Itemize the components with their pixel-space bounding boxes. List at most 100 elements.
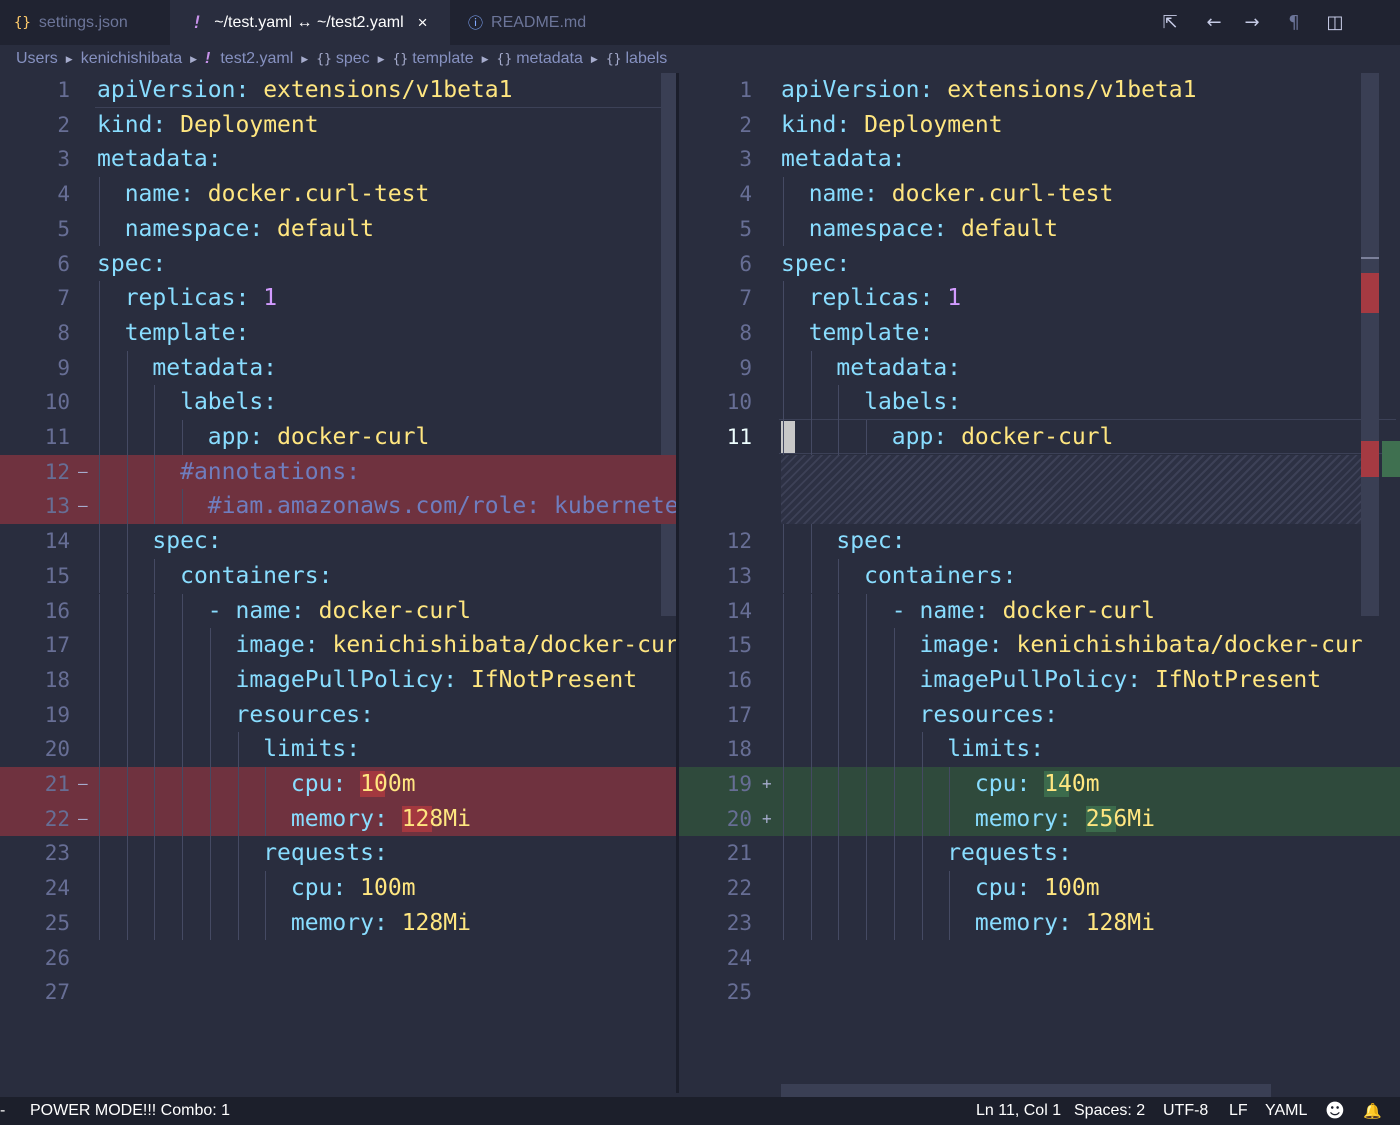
colon: : bbox=[235, 285, 250, 312]
code-line[interactable]: 23 requests: bbox=[0, 836, 677, 872]
code-line[interactable]: 18 limits: bbox=[679, 732, 1400, 767]
code-line[interactable]: 16 imagePullPolicy: IfNotPresent bbox=[679, 662, 1400, 698]
colon: : bbox=[360, 701, 374, 728]
code-line[interactable]: 13– #iam.amazonaws.com/role: kubernete bbox=[0, 489, 677, 525]
split-editor-icon[interactable]: ◫ bbox=[1323, 0, 1347, 45]
indent-guide bbox=[99, 420, 100, 455]
code-line[interactable]: 25 bbox=[679, 975, 1400, 1010]
code-line[interactable]: 14 - name: docker-curl bbox=[679, 593, 1400, 629]
code-line[interactable]: 21 requests: bbox=[679, 836, 1400, 872]
indentation-status[interactable]: Spaces: 2 bbox=[1074, 1097, 1145, 1125]
code-line[interactable]: 16 - name: docker-curl bbox=[0, 593, 677, 629]
indent-guide bbox=[209, 732, 211, 767]
code-line[interactable]: 3 metadata: bbox=[679, 142, 1400, 177]
code-line[interactable]: 6 spec: bbox=[0, 247, 677, 282]
code-line[interactable]: 27 bbox=[0, 975, 677, 1010]
breadcrumb-item[interactable]: template bbox=[412, 50, 473, 68]
breadcrumb-item[interactable]: Users bbox=[16, 50, 58, 68]
code-line[interactable]: 4 name: docker.curl-test bbox=[0, 177, 677, 212]
code-line[interactable] bbox=[679, 489, 1400, 525]
language-mode[interactable]: YAML bbox=[1265, 1097, 1307, 1125]
code-line[interactable]: 9 metadata: bbox=[0, 350, 677, 386]
code-line[interactable]: 10 labels: bbox=[0, 385, 677, 420]
code-line[interactable]: 14 spec: bbox=[0, 524, 677, 559]
code-line[interactable]: 7 replicas: 1 bbox=[0, 281, 677, 316]
code-line[interactable]: 3 metadata: bbox=[0, 142, 677, 177]
code-line[interactable]: 8 template: bbox=[679, 315, 1400, 351]
code-line[interactable]: 5 namespace: default bbox=[679, 211, 1400, 247]
tab-label: settings.json bbox=[38, 13, 128, 31]
breadcrumb-item[interactable]: kenichishibata bbox=[81, 50, 182, 68]
code-line[interactable]: 11 app: docker-curl bbox=[0, 420, 677, 455]
code-line[interactable]: 25 memory: 128Mi bbox=[0, 905, 677, 941]
code-text: - name: docker-curl bbox=[892, 594, 1155, 629]
code-line[interactable]: 17 resources: bbox=[679, 697, 1400, 733]
close-tab-icon[interactable]: × bbox=[418, 13, 428, 33]
code-line[interactable]: 1 apiVersion: extensions/v1beta1 bbox=[679, 73, 1400, 108]
whitespace-toggle-icon[interactable]: ¶ bbox=[1282, 0, 1306, 45]
indent-guide bbox=[154, 420, 156, 455]
code-line[interactable]: 24 cpu: 100m bbox=[0, 871, 677, 906]
indent-guide bbox=[866, 628, 868, 663]
code-line[interactable]: 2 kind: Deployment bbox=[0, 108, 677, 143]
breadcrumb-item[interactable]: test2.yaml bbox=[220, 50, 293, 68]
code-line[interactable]: 21– cpu: 100m bbox=[0, 767, 677, 802]
cursor-position[interactable]: Ln 11, Col 1 bbox=[976, 1097, 1061, 1125]
object-icon: {} bbox=[605, 51, 622, 67]
next-change-icon[interactable]: → bbox=[1240, 0, 1264, 45]
indent-guide bbox=[921, 905, 923, 941]
yaml-key: resources bbox=[919, 701, 1045, 728]
tab-settings-json[interactable]: {} settings.json bbox=[0, 0, 170, 45]
code-line[interactable]: 15 image: kenichishibata/docker-cur bbox=[679, 628, 1400, 663]
code-line[interactable]: 12 spec: bbox=[679, 524, 1400, 559]
code-line[interactable]: 19 + cpu: 140m bbox=[679, 767, 1400, 802]
code-line[interactable]: 4 name: docker.curl-test bbox=[679, 177, 1400, 212]
line-number: 14 bbox=[44, 529, 70, 554]
code-line[interactable]: 22 cpu: 100m bbox=[679, 871, 1400, 906]
indent-guide bbox=[866, 871, 868, 906]
code-line[interactable]: 20 + memory: 256Mi bbox=[679, 801, 1400, 837]
code-line[interactable]: 7 replicas: 1 bbox=[679, 281, 1400, 316]
code-line[interactable]: 9 metadata: bbox=[679, 350, 1400, 386]
colon: : bbox=[207, 146, 222, 173]
bell-icon[interactable]: 🔔 bbox=[1363, 1097, 1382, 1125]
code-line[interactable]: 17 image: kenichishibata/docker-cur bbox=[0, 628, 677, 663]
code-line[interactable]: 24 bbox=[679, 941, 1400, 976]
breadcrumb-item[interactable]: metadata bbox=[516, 50, 583, 68]
code-line[interactable]: 13 containers: bbox=[679, 558, 1400, 594]
code-line[interactable]: 26 bbox=[0, 941, 677, 976]
tab-diff-test-yaml[interactable]: ! ~/test.yaml ↔ ~/test2.yaml × bbox=[170, 0, 450, 45]
modified-editor[interactable]: 1 apiVersion: extensions/v1beta1 2 kind: De… bbox=[679, 73, 1400, 1097]
code-line[interactable]: 18 imagePullPolicy: IfNotPresent bbox=[0, 662, 677, 698]
code-line[interactable]: 20 limits: bbox=[0, 732, 677, 767]
code-line[interactable]: 6 spec: bbox=[679, 247, 1400, 282]
eol-status[interactable]: LF bbox=[1229, 1097, 1248, 1125]
code-line[interactable]: 11 app: docker-curl bbox=[679, 420, 1400, 455]
code-line[interactable]: 19 resources: bbox=[0, 697, 677, 733]
object-icon: {} bbox=[316, 51, 332, 67]
code-line[interactable] bbox=[679, 454, 1400, 490]
code-line[interactable]: 15 containers: bbox=[0, 558, 677, 594]
tab-readme-md[interactable]: ⓘ README.md bbox=[450, 0, 620, 45]
open-file-icon[interactable]: ⇱ bbox=[1158, 0, 1182, 45]
code-line[interactable]: 12– #annotations: bbox=[0, 454, 677, 490]
original-editor[interactable]: 1 apiVersion: extensions/v1beta1 2 kind: De… bbox=[0, 73, 677, 1097]
encoding-status[interactable]: UTF-8 bbox=[1163, 1097, 1208, 1125]
code-line[interactable]: 22– memory: 128Mi bbox=[0, 801, 677, 837]
previous-change-icon[interactable]: ← bbox=[1202, 0, 1226, 45]
indent-guide bbox=[838, 697, 840, 733]
line-number: 11 bbox=[726, 425, 752, 449]
code-line[interactable]: 8 template: bbox=[0, 315, 677, 351]
line-number: 22 bbox=[44, 806, 70, 831]
breadcrumb-item[interactable]: labels bbox=[625, 50, 667, 68]
horizontal-scrollbar[interactable] bbox=[781, 1084, 1271, 1097]
code-line[interactable]: 5 namespace: default bbox=[0, 211, 677, 247]
breadcrumb-item[interactable]: spec bbox=[336, 50, 370, 68]
code-line[interactable]: 10 labels: bbox=[679, 385, 1400, 420]
feedback-smiley-icon[interactable]: ☻ bbox=[1325, 1097, 1345, 1125]
code-line[interactable]: 2 kind: Deployment bbox=[679, 108, 1400, 143]
code-line[interactable]: 1 apiVersion: extensions/v1beta1 bbox=[0, 73, 677, 108]
power-mode-status[interactable]: POWER MODE!!! Combo: 1 bbox=[30, 1097, 230, 1125]
code-line[interactable]: 23 memory: 128Mi bbox=[679, 905, 1400, 941]
indent-guide bbox=[949, 767, 951, 802]
